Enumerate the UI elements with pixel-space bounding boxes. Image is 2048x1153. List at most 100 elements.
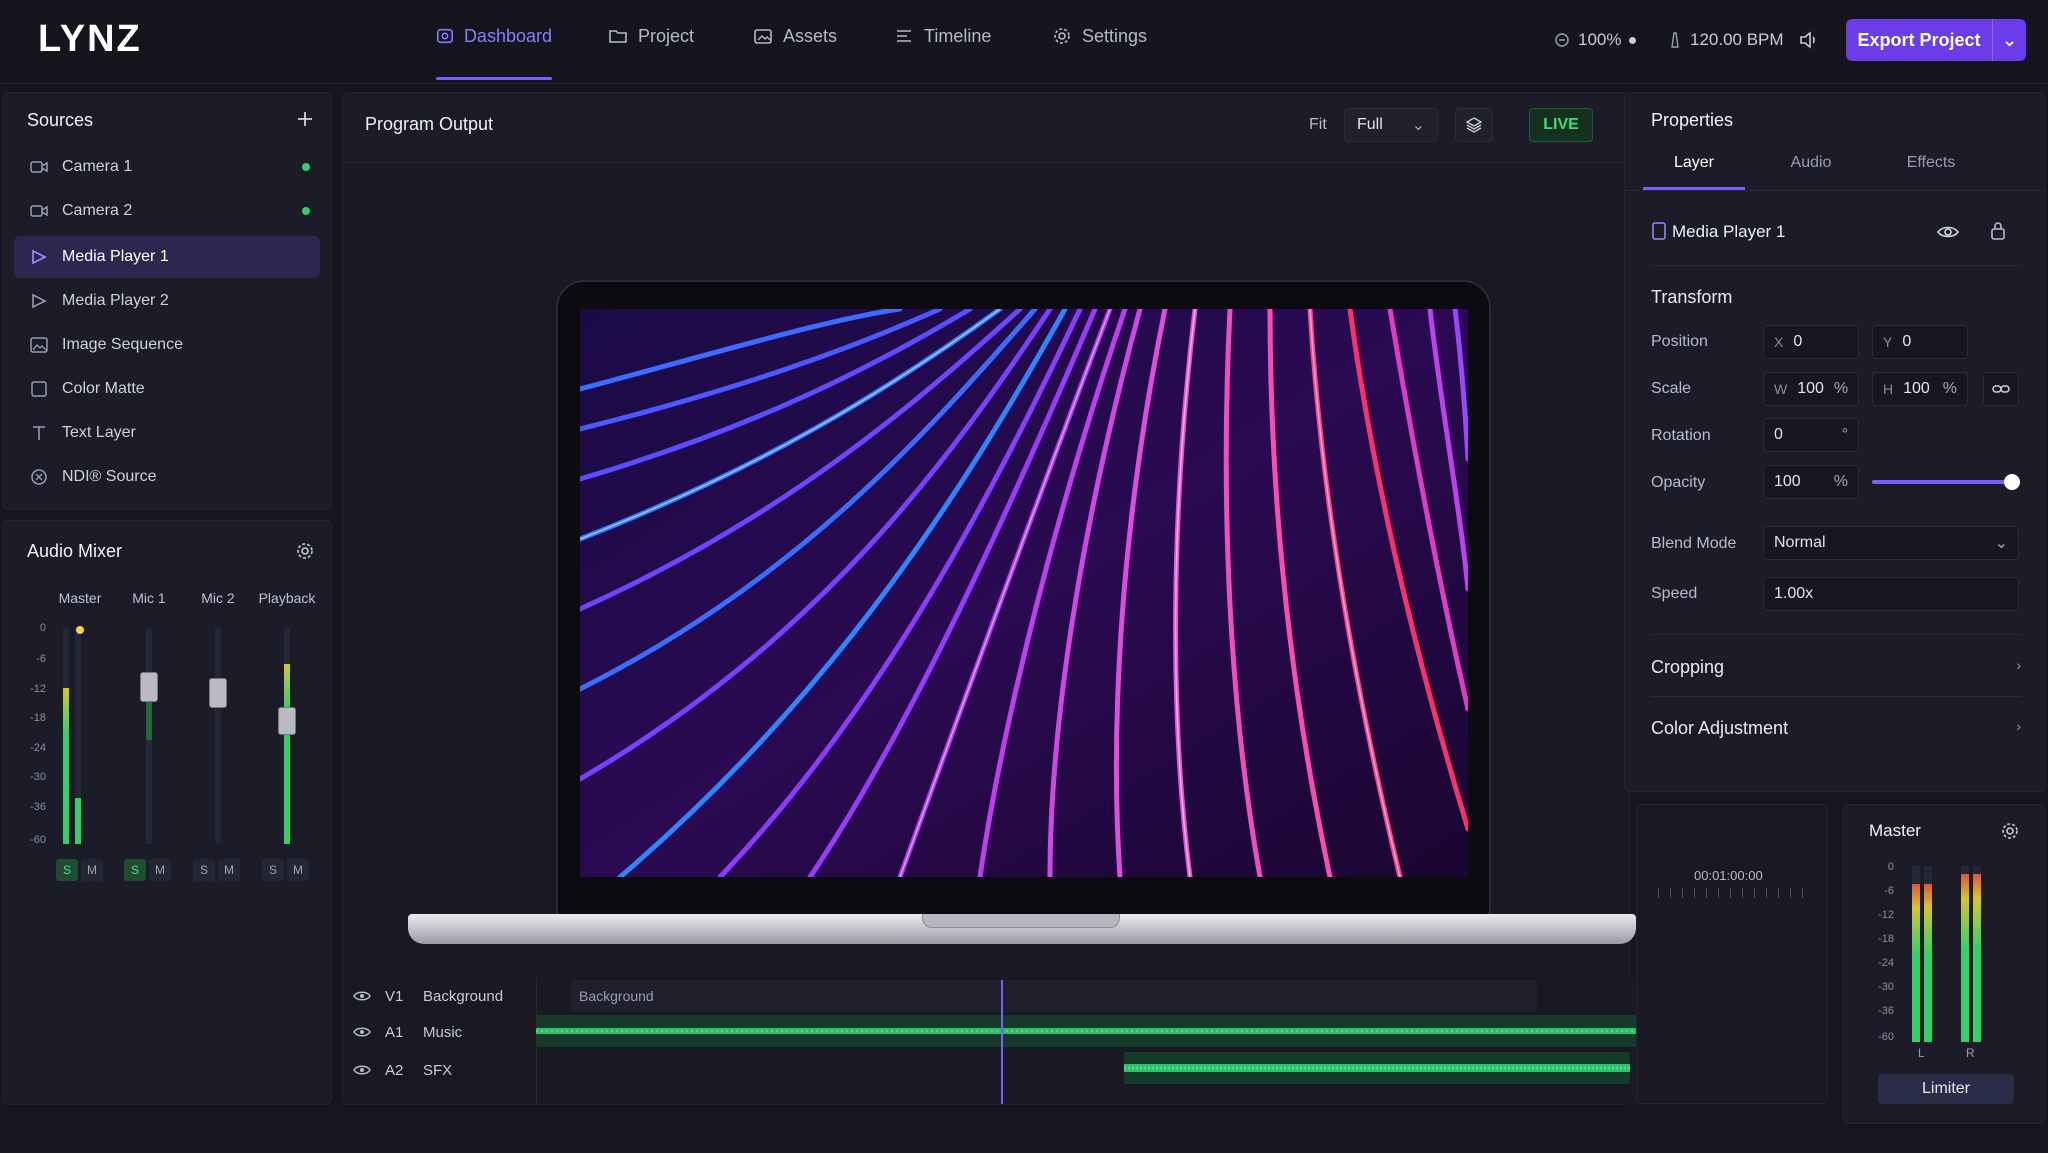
chevron-right-icon: › [2016,718,2021,734]
mic-1-fader-handle[interactable] [140,672,158,702]
channel-label-mic-2: Mic 2 [201,590,235,606]
add-source-icon[interactable] [296,110,314,128]
cropping-heading: Cropping [1651,657,1725,677]
x-prefix: X [1774,334,1784,350]
source-item-color-matte[interactable]: Color Matte [14,368,320,410]
status-dot-icon [1629,36,1637,44]
db-tick: -30 [30,771,46,783]
link-icon [1992,385,2010,393]
speed-value: 1.00x [1774,585,1814,602]
color-adjustment-section[interactable]: Color Adjustment › [1651,718,2021,739]
sfx-waveform [1124,1064,1630,1072]
light-streaks-image [580,309,1468,877]
chevron-down-icon[interactable]: ⌄ [1993,30,2026,51]
mic-1-solo-button[interactable]: S [124,859,146,881]
tab-layer[interactable]: Layer [1643,150,1745,190]
speaker-icon[interactable] [1798,30,1820,50]
percent-suffix: % [1942,380,1957,397]
meter-left-fill [1912,884,1920,1042]
y-prefix: Y [1883,334,1893,350]
layers-button[interactable] [1455,108,1493,142]
source-label: Camera 2 [62,202,133,219]
gear-icon[interactable] [2000,821,2020,841]
db-tick: -12 [30,683,46,695]
opacity-slider-thumb[interactable] [2004,474,2020,490]
source-item-ndi-source[interactable]: NDI® Source [14,456,320,498]
sfx-clip[interactable] [1124,1052,1630,1084]
metronome-icon [1671,32,1679,48]
mic-2-mute-button[interactable]: M [218,859,240,881]
camera-icon [30,161,48,173]
scale-h-input[interactable]: H 100% [1872,372,1968,406]
tab-dashboard[interactable]: Dashboard [436,26,552,82]
limiter-button[interactable]: Limiter [1878,1074,2014,1104]
timecode-label: 00:01:00:00 [1694,868,1763,883]
scale-w-input[interactable]: W 100% [1763,372,1859,406]
eye-icon[interactable] [353,1025,371,1039]
master-mute-button[interactable]: M [81,859,103,881]
link-scale-button[interactable] [1983,372,2019,406]
export-project-button[interactable]: Export Project ⌄ [1846,19,2026,61]
gear-icon[interactable] [295,541,315,561]
fit-label: Fit [1309,116,1327,133]
position-y-input[interactable]: Y0 [1872,325,1968,359]
eye-icon[interactable] [353,1063,371,1077]
source-item-text-layer[interactable]: Text Layer [14,412,320,454]
tab-assets[interactable]: Assets [753,26,837,82]
source-item-camera-2[interactable]: Camera 2 [14,190,320,232]
source-item-image-sequence[interactable]: Image Sequence [14,324,320,366]
degree-suffix: ° [1841,426,1848,443]
playhead[interactable] [1001,980,1003,1104]
source-label: NDI® Source [62,468,157,485]
tab-dashboard-label: Dashboard [463,26,552,46]
playback-fader-handle[interactable] [278,707,296,735]
mic-1-mute-button[interactable]: M [149,859,171,881]
color-adjustment-heading: Color Adjustment [1651,718,1789,738]
playback-solo-button[interactable]: S [262,859,284,881]
opacity-input[interactable]: 100% [1763,465,1859,499]
master-meter-fill-left [63,688,69,844]
master-title: Master [1869,821,1921,840]
tab-timeline[interactable]: Timeline [894,26,991,82]
scale-h-value: 100 [1903,380,1930,397]
speed-input[interactable]: 1.00x [1763,577,2019,611]
image-icon [30,337,48,353]
lock-icon[interactable] [1990,221,2006,241]
source-item-media-player-1[interactable]: Media Player 1 [14,236,320,278]
mic-2-fader-handle[interactable] [209,678,227,708]
music-clip[interactable] [536,1015,1812,1047]
music-waveform [536,1028,1812,1034]
master-db-tick: -12 [1878,909,1894,921]
tab-project[interactable]: Project [608,26,694,82]
tab-effects[interactable]: Effects [1880,150,1982,190]
db-tick: -24 [30,742,46,754]
source-item-camera-1[interactable]: Camera 1 [14,146,320,188]
mic-2-solo-button[interactable]: S [193,859,215,881]
bpm-indicator[interactable]: 120.00 BPM [1668,30,1784,50]
rotation-input[interactable]: 0 ° [1763,418,1859,452]
tab-audio[interactable]: Audio [1760,150,1862,190]
chevron-down-icon: ⌄ [1994,535,2008,552]
chevron-down-icon: ⌄ [1411,117,1425,134]
preview-image [580,309,1468,877]
speed-label: Speed [1651,585,1698,602]
source-label: Media Player 1 [62,248,169,265]
blend-mode-select[interactable]: Normal ⌄ [1763,526,2019,560]
cropping-section[interactable]: Cropping › [1651,657,2021,678]
source-label: Camera 1 [62,158,133,175]
playback-mute-button[interactable]: M [287,859,309,881]
master-db-tick: -60 [1878,1031,1894,1043]
live-badge: LIVE [1529,108,1593,142]
source-item-media-player-2[interactable]: Media Player 2 [14,280,320,322]
background-clip[interactable]: Background [571,980,1537,1012]
eye-icon[interactable] [1937,224,1959,240]
position-x-input[interactable]: X0 [1763,325,1859,359]
channel-label-master: Master [58,590,102,606]
zoom-indicator[interactable]: 100% [1554,30,1637,50]
tab-settings[interactable]: Settings [1052,26,1147,82]
fit-select[interactable]: Full ⌄ [1344,108,1438,142]
eye-icon[interactable] [353,989,371,1003]
master-meter-fill-right [75,798,81,844]
master-solo-button[interactable]: S [56,859,78,881]
right-channel-label: R [1966,1046,1975,1060]
